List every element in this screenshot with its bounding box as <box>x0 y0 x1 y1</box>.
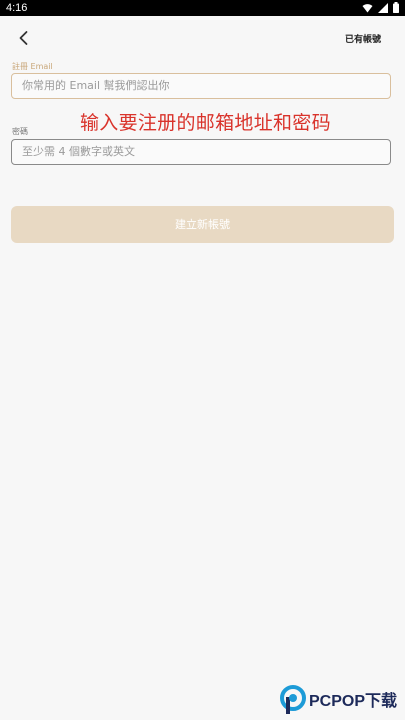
email-label: 註冊 Email <box>12 62 53 71</box>
watermark-text: PCPOP下载 <box>309 693 398 710</box>
status-icons <box>362 2 399 13</box>
email-placeholder: 你常用的 Email 幫我們認出你 <box>22 79 170 92</box>
instruction-annotation: 输入要注册的邮箱地址和密码 <box>80 112 331 134</box>
email-field[interactable]: 你常用的 Email 幫我們認出你 <box>11 73 391 99</box>
status-bar: 4:16 <box>0 0 405 16</box>
existing-account-link[interactable]: 已有帳號 <box>345 32 381 45</box>
create-account-button[interactable]: 建立新帳號 <box>11 206 394 243</box>
watermark: PCPOP下载 <box>280 684 405 720</box>
password-label: 密碼 <box>12 127 28 136</box>
back-button[interactable] <box>14 28 34 48</box>
signal-icon <box>378 2 388 13</box>
wifi-icon <box>362 3 373 13</box>
chevron-left-icon <box>14 31 34 52</box>
password-placeholder: 至少需 4 個數字或英文 <box>22 145 135 158</box>
status-time: 4:16 <box>6 2 28 14</box>
pcpop-logo-icon <box>280 685 306 719</box>
battery-icon <box>393 2 399 13</box>
password-field[interactable]: 至少需 4 個數字或英文 <box>11 139 391 165</box>
